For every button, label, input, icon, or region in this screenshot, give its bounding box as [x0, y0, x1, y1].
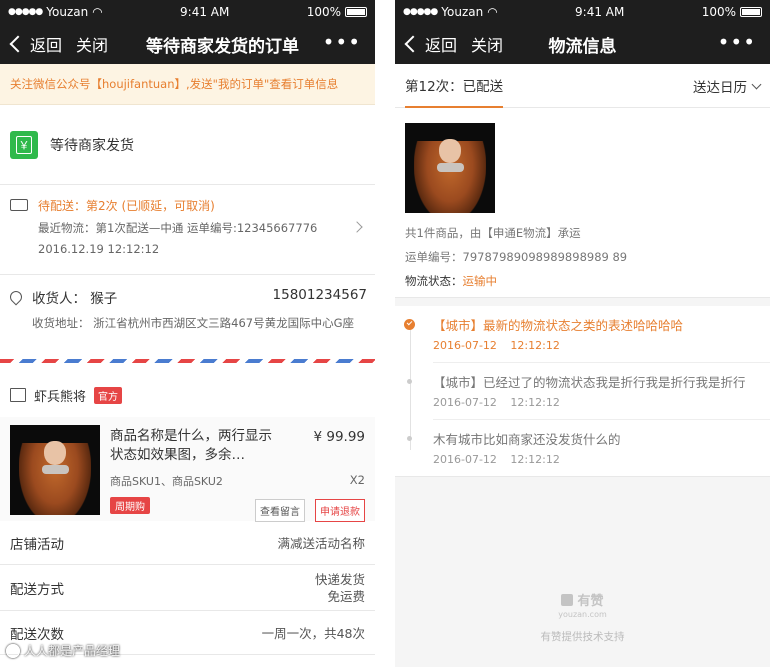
status-bar: ●●●●● Youzan ◠ 9:41 AM 100%: [0, 0, 375, 24]
tech-support-text: 有赞提供技术支持: [540, 631, 625, 643]
tab-delivery-12[interactable]: 第12次：已配送: [405, 64, 504, 108]
shop-name: 虾兵熊将: [34, 389, 87, 405]
logistics-row[interactable]: 待配送：第2次 (已顺延，可取消) 最近物流：第1次配送—中通 运单编号:123…: [0, 185, 375, 275]
watermark-logo-icon: [6, 643, 20, 658]
wifi-icon: ◠: [92, 5, 103, 19]
chevron-right-icon: [351, 221, 363, 233]
wifi-icon: ◠: [487, 5, 498, 19]
timeline-dot-icon: [407, 436, 412, 441]
battery-icon: [740, 7, 762, 17]
signal-icon: ●●●●●: [8, 7, 43, 17]
package-summary: 共1件商品，由【申通E物流】承运: [405, 226, 581, 240]
package-info: 共1件商品，由【申通E物流】承运 运单编号：797879890989898989…: [395, 108, 770, 298]
logistics-time: 2016.12.19 12:12:12: [38, 242, 160, 256]
thumbs-up-icon: [561, 593, 574, 606]
logistics-screen: ●●●●● Youzan ◠ 9:41 AM 100% 返回 关闭 物流信息 •••…: [395, 0, 770, 667]
product-quantity: X2: [349, 473, 365, 487]
status-time: 9:41 AM: [180, 5, 230, 19]
check-circle-icon: [404, 319, 415, 330]
waybill-number: 运单编号：79787989098989898989 89: [405, 250, 628, 264]
shop-activity-row: 店铺活动 满减送活动名称: [0, 521, 375, 565]
order-status-text: 等待商家发货: [50, 137, 134, 154]
order-status-row: ￥ 等待商家发货: [0, 105, 375, 185]
timeline-item: 【城市】已经过了的物流状态我是折行我是折行我是折行 2016-07-12 12:…: [407, 363, 770, 420]
back-button[interactable]: 返回: [6, 32, 62, 56]
close-button[interactable]: 关闭: [76, 32, 108, 56]
goods-item[interactable]: 商品名称是什么，两行显示状态如效果图，多余… ¥ 99.99 商品SKU1、商品…: [0, 417, 375, 522]
nav-bar: ●●●●● Youzan ◠ 9:41 AM 100% 返回 关闭 物流信息 •••: [395, 0, 770, 64]
chevron-left-icon: [9, 35, 27, 53]
shop-header[interactable]: 虾兵熊将 官方: [0, 373, 375, 417]
status-bar: ●●●●● Youzan ◠ 9:41 AM 100%: [395, 0, 770, 24]
receiver-address: 收货地址： 浙江省杭州市西湖区文三路467号黄龙国际中心G座: [32, 316, 355, 330]
delivery-method-row: 配送方式 快递发货 免运费: [0, 565, 375, 611]
address-row: 收货人： 猴子 15801234567 收货地址： 浙江省杭州市西湖区文三路467…: [0, 275, 375, 359]
logistics-status-value: 运输中: [462, 274, 498, 288]
more-icon[interactable]: •••: [323, 30, 361, 54]
airmail-divider: [0, 359, 375, 363]
timeline-item: 【城市】最新的物流状态之类的表述哈哈哈哈 2016-07-12 12:12:12: [404, 306, 770, 363]
product-image: [10, 425, 100, 515]
youzan-footer: 有赞 youzan.com 有赞提供技术支持: [395, 590, 770, 644]
timeline-dot-icon: [407, 379, 412, 384]
order-screen: ●●●●● Youzan ◠ 9:41 AM 100% 返回 关闭 等待商家发货的订…: [0, 0, 375, 667]
receiver-name: 收货人： 猴子: [32, 291, 118, 307]
tracking-timeline: 【城市】最新的物流状态之类的表述哈哈哈哈 2016-07-12 12:12:12…: [395, 306, 770, 477]
watermark: 人人都是产品经理: [6, 642, 120, 659]
logistics-status: 物流状态：运输中: [405, 274, 498, 288]
more-icon[interactable]: •••: [718, 30, 756, 54]
nav-bar: ●●●●● Youzan ◠ 9:41 AM 100% 返回 关闭 等待商家发货的订…: [0, 0, 375, 64]
timeline-line: [410, 326, 411, 450]
request-refund-button[interactable]: 申请退款: [315, 499, 365, 522]
money-icon: ￥: [10, 130, 38, 159]
shop-icon: [10, 388, 26, 402]
delivery-tab-bar: 第12次：已配送 送达日历: [395, 64, 770, 108]
chevron-down-icon: [751, 79, 762, 89]
location-pin-icon: [7, 288, 25, 306]
brand-name: 有赞: [577, 594, 604, 609]
back-button[interactable]: 返回: [401, 32, 457, 56]
product-sku: 商品SKU1、商品SKU2: [110, 475, 223, 488]
latest-logistics-text: 最近物流：第1次配送—中通 运单编号:12345667776: [38, 221, 318, 235]
battery-icon: [345, 7, 367, 17]
battery-text: 100%: [701, 5, 736, 19]
receiver-phone: 15801234567: [272, 287, 367, 303]
status-time: 9:41 AM: [575, 5, 625, 19]
cycle-purchase-tag: 周期购: [110, 497, 150, 514]
battery-text: 100%: [306, 5, 341, 19]
follow-notice: 关注微信公众号【houjifantuan】,发送"我的订单"查看订单信息: [0, 64, 375, 105]
brand-domain: youzan.com: [558, 610, 607, 619]
truck-icon: [10, 199, 28, 211]
product-image: [405, 123, 495, 213]
chevron-left-icon: [404, 35, 422, 53]
timeline-item: 木有城市比如商家还没发货什么的 2016-07-12 12:12:12: [407, 420, 770, 476]
view-message-button[interactable]: 查看留言: [255, 499, 305, 522]
official-badge: 官方: [94, 386, 123, 404]
pending-delivery-text: 待配送：第2次 (已顺延，可取消): [38, 199, 215, 213]
product-price: ¥ 99.99: [313, 429, 365, 445]
signal-icon: ●●●●●: [403, 7, 438, 17]
close-button[interactable]: 关闭: [471, 32, 503, 56]
delivery-calendar-button[interactable]: 送达日历: [693, 76, 762, 96]
